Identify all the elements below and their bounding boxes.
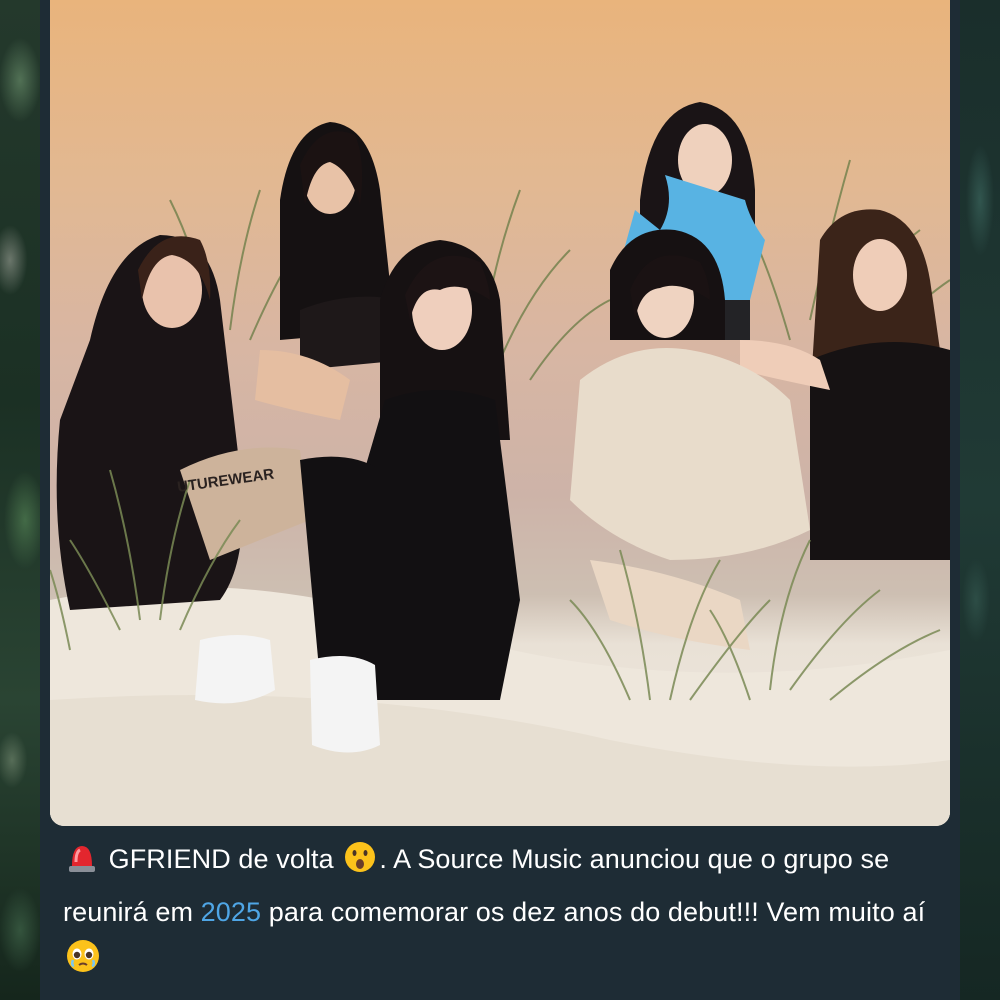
photo-illustration: UTUREWEAR	[50, 102, 950, 826]
year-highlight[interactable]: 2025	[201, 897, 261, 927]
post-photo[interactable]: UTUREWEAR	[50, 0, 950, 826]
blurred-background-right	[958, 0, 1000, 1000]
teary-face-icon	[65, 938, 101, 989]
member-4	[570, 229, 810, 650]
caption-text-part1: GFRIEND de volta	[108, 844, 334, 874]
surprised-face-icon	[343, 840, 377, 889]
siren-icon	[65, 840, 99, 889]
message-card: UTUREWEAR GFRIEND de volta . A Source Mu…	[40, 0, 960, 1000]
post-caption: GFRIEND de volta . A Source Music anunci…	[63, 836, 943, 989]
caption-text-part3: para comemorar os dez anos do debut!!! V…	[261, 897, 926, 927]
